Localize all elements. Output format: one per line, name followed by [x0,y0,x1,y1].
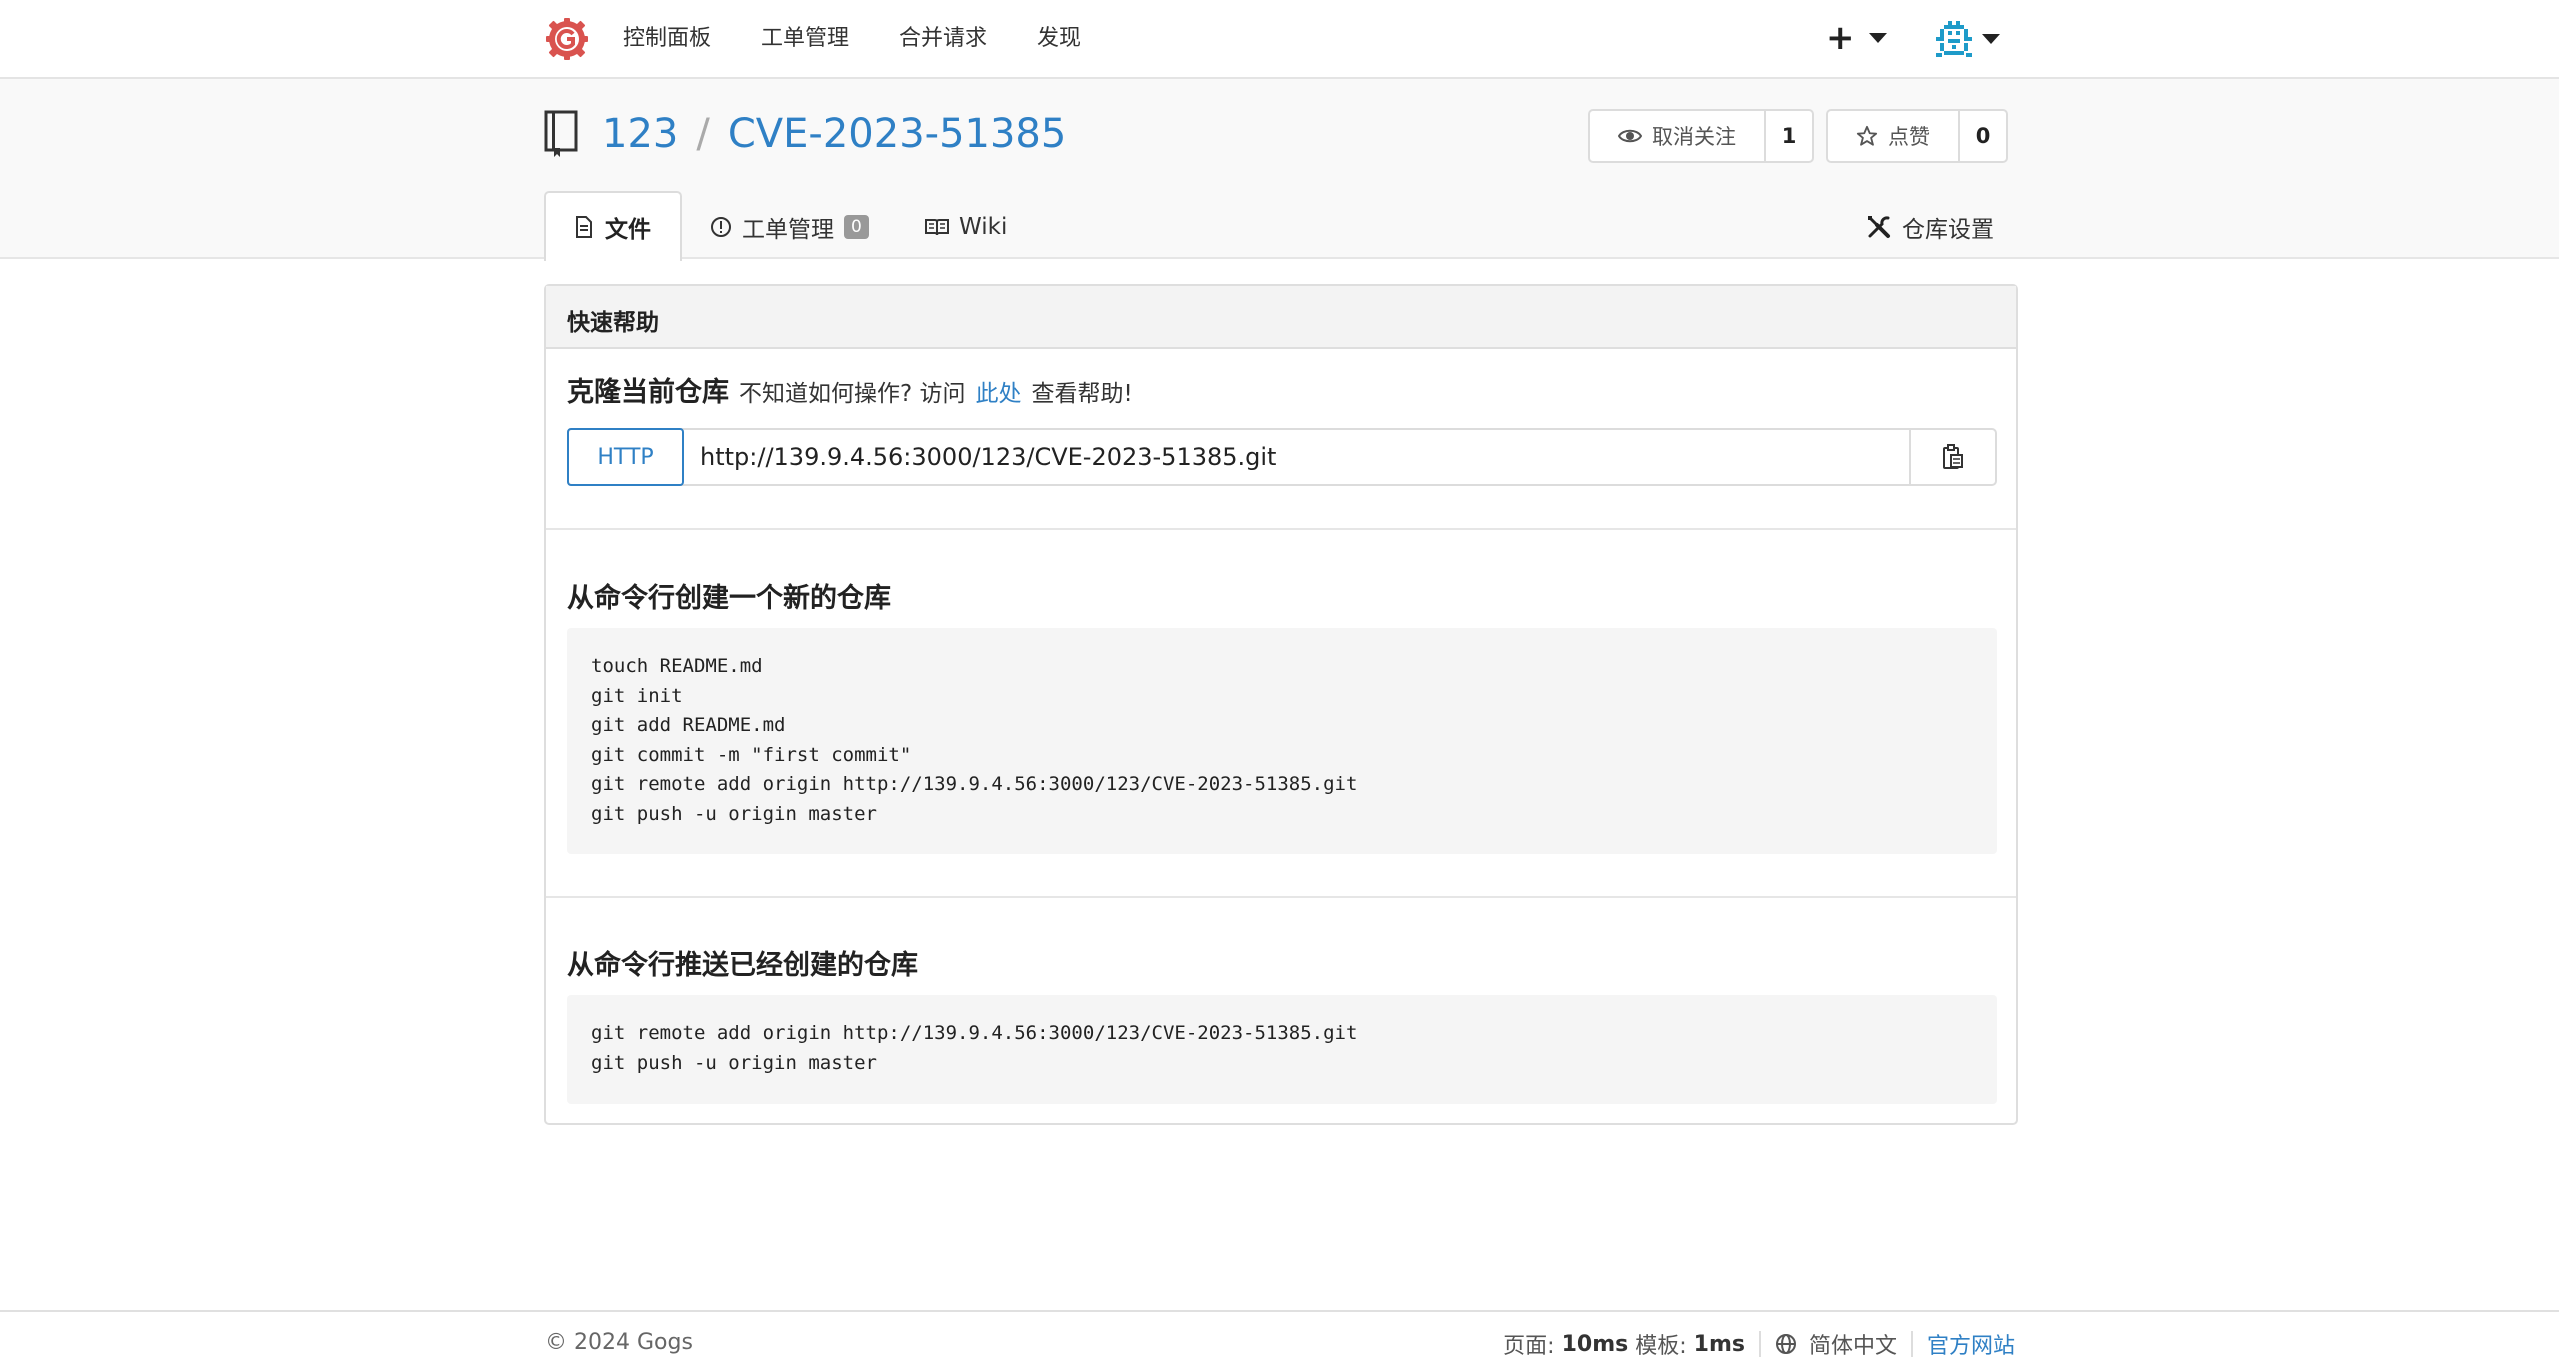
code-line: git add README.md [591,714,786,736]
globe-icon [1775,1334,1796,1354]
path-separator: / [696,111,710,157]
nav-dashboard[interactable]: 控制面板 [623,24,711,54]
star-button-group: 点赞 0 [1826,109,2008,163]
watch-button-group: 取消关注 1 [1588,109,1814,163]
copy-url-button[interactable] [1909,430,1995,484]
tab-wiki[interactable]: Wiki [925,210,1007,244]
page-time: 10ms [1561,1331,1629,1357]
repo-header [0,79,2559,259]
footer: © 2024 Gogs 页面: 10ms 模板: 1ms 简体中文 官方网站 [0,1310,2559,1371]
divider [1910,1331,1913,1357]
plus-icon: + [1826,18,1855,58]
book-open-icon [925,219,949,236]
caret-down-icon [1982,34,2000,44]
file-icon [576,216,592,238]
push-repo-title: 从命令行推送已经创建的仓库 [567,950,918,981]
watch-count[interactable]: 1 [1766,111,1812,161]
new-repo-code-block: touch README.md git init git add README.… [567,628,1997,854]
repo-name-link[interactable]: CVE-2023-51385 [728,111,1066,157]
tab-wiki-label: Wiki [959,214,1008,240]
code-line: git remote add origin http://139.9.4.56:… [591,773,1358,795]
tools-icon [1867,215,1890,238]
repo-book-icon [544,110,578,157]
user-menu-dropdown[interactable] [1934,16,2000,62]
unwatch-label: 取消关注 [1652,125,1736,149]
nav-explore[interactable]: 发现 [1037,24,1081,54]
language-selector[interactable]: 简体中文 [1809,1328,1897,1360]
quick-help-panel: 快速帮助 克隆当前仓库 不知道如何操作? 访问 此处 查看帮助! HTTP ht… [544,284,2018,1125]
code-line: touch README.md [591,655,763,677]
top-navbar: 控制面板 工单管理 合并请求 发现 + [0,0,2559,79]
repo-owner-link[interactable]: 123 [602,111,678,157]
clone-url-input[interactable]: http://139.9.4.56:3000/123/CVE-2023-5138… [684,430,1909,484]
new-repo-title: 从命令行创建一个新的仓库 [567,583,891,614]
template-time: 1ms [1693,1331,1745,1357]
clone-heading: 克隆当前仓库 不知道如何操作? 访问 此处 查看帮助! [567,370,1133,409]
code-line: git init [591,684,683,707]
copyright: © 2024 Gogs [545,1330,693,1355]
create-new-dropdown[interactable]: + [1826,18,1887,58]
clone-hint-suffix: 查看帮助! [1031,381,1133,407]
template-time-label: 模板: [1635,1334,1687,1359]
official-site-link[interactable]: 官方网站 [1927,1328,2015,1360]
star-label: 点赞 [1888,125,1930,149]
star-button[interactable]: 点赞 [1828,111,1960,161]
nav-issues[interactable]: 工单管理 [761,24,849,54]
code-line: git push -u origin master [591,1051,877,1074]
avatar [1936,21,1972,57]
section-divider [546,528,2016,530]
divider [1758,1331,1761,1357]
code-line: git commit -m "first commit" [591,743,912,766]
http-protocol-button[interactable]: HTTP [567,428,684,486]
help-link[interactable]: 此处 [976,374,1022,408]
tab-issues-label: 工单管理 [742,217,834,243]
issues-count-badge: 0 [844,215,869,239]
tab-settings-label: 仓库设置 [1902,217,1994,243]
tab-files[interactable]: 文件 [544,191,682,261]
push-repo-code-block: git remote add origin http://139.9.4.56:… [567,995,1997,1104]
gogs-logo-icon[interactable] [546,18,588,60]
caret-down-icon [1868,33,1887,43]
issue-opened-icon [711,217,731,237]
nav-pulls[interactable]: 合并请求 [899,24,987,54]
code-line: git push -u origin master [591,802,877,825]
code-line: git remote add origin http://139.9.4.56:… [591,1022,1358,1044]
star-icon [1856,125,1878,146]
clone-hint-prefix: 不知道如何操作? 访问 [739,381,966,407]
page-time-label: 页面: [1503,1334,1555,1359]
clipboard-icon [1943,444,1963,469]
section-divider [546,896,2016,898]
star-count[interactable]: 0 [1960,111,2006,161]
clone-title: 克隆当前仓库 [567,377,729,408]
footer-right: 页面: 10ms 模板: 1ms 简体中文 官方网站 [1503,1328,2015,1360]
unwatch-button[interactable]: 取消关注 [1590,111,1766,161]
clone-url-box: HTTP http://139.9.4.56:3000/123/CVE-2023… [567,428,1997,486]
quick-help-title: 快速帮助 [546,286,2016,349]
tab-settings[interactable]: 仓库设置 [1866,210,1994,244]
repo-title: 123 / CVE-2023-51385 [544,104,1066,164]
tab-files-label: 文件 [605,217,651,243]
eye-icon [1618,129,1642,143]
tab-issues[interactable]: 工单管理 0 [710,210,869,244]
